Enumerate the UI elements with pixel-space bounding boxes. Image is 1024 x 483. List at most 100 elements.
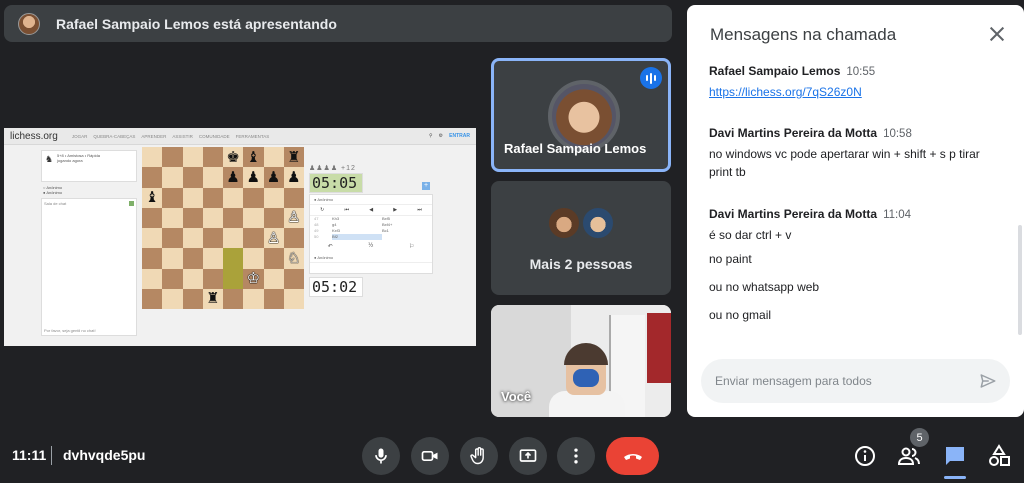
nav-item: Comunidade <box>198 133 230 139</box>
present-screen-icon <box>519 449 537 462</box>
chess-piece-icon: ♝ <box>145 189 159 207</box>
participant-tile-others[interactable]: Mais 2 pessoas <box>491 181 671 295</box>
message-link[interactable]: https://lichess.org/7qS26z0N <box>709 85 862 99</box>
message-time: 11:04 <box>883 209 911 221</box>
presenter-banner: Rafael Sampaio Lemos está apresentando <box>4 5 672 42</box>
player-name: Anônimo <box>46 190 63 195</box>
game-players: ○ Anônimo ● Anônimo <box>43 185 63 195</box>
board-square <box>142 288 163 309</box>
board-square <box>263 207 284 228</box>
board-square <box>263 268 284 289</box>
nav-item: Assistir <box>172 133 193 139</box>
message-composer <box>701 359 1010 403</box>
mic-button[interactable] <box>362 437 400 475</box>
chess-piece-icon: ♜ <box>206 290 220 308</box>
people-icon <box>897 447 920 465</box>
board-square <box>202 167 223 188</box>
hang-up-icon <box>623 454 642 460</box>
hang-up-button[interactable] <box>606 437 659 475</box>
lichess-topbar: lichess.org Jogar Quebra-cabeças Aprende… <box>4 128 476 145</box>
board-square: ♜ <box>283 147 304 168</box>
board-square <box>162 288 183 309</box>
message-input[interactable] <box>715 374 955 388</box>
board-square <box>142 268 163 289</box>
info-icon <box>855 446 875 466</box>
board-square <box>142 167 163 188</box>
presenter-text: Rafael Sampaio Lemos está apresentando <box>56 15 337 32</box>
clock-bottom: 05:02 <box>309 277 363 297</box>
activities-icon <box>989 444 1010 466</box>
board-square <box>162 268 183 289</box>
prev-move-icon: ◀ <box>369 207 374 213</box>
board-square <box>182 248 203 269</box>
board-square: ♝ <box>142 187 163 208</box>
self-video <box>573 369 599 387</box>
message-text: ou no whatsapp web <box>709 280 820 294</box>
send-icon[interactable] <box>978 372 998 390</box>
board-square: ♚ <box>223 147 244 168</box>
board-square <box>202 187 223 208</box>
move-actions: ↶ ½ ⚐ <box>310 240 432 253</box>
presenter-avatar <box>18 12 40 35</box>
raise-hand-button[interactable] <box>460 437 498 475</box>
chat-button[interactable] <box>942 443 968 469</box>
activities-button[interactable] <box>986 443 1012 469</box>
participant-tile-self[interactable]: Você <box>491 305 671 417</box>
board-square <box>142 147 163 168</box>
board-square <box>263 248 284 269</box>
close-icon[interactable] <box>988 25 1006 43</box>
shared-screen: lichess.org Jogar Quebra-cabeças Aprende… <box>4 128 476 346</box>
board-square <box>182 268 203 289</box>
message-time: 10:55 <box>846 66 876 78</box>
board-square <box>243 248 264 269</box>
move-list: ● Anônimo ↻ ⏮ ◀ ▶ ⏭ 47 Kh3 Bxf5 48 g4 Bxf4+ … <box>309 194 433 274</box>
board-square <box>263 187 284 208</box>
chess-board: ♚ ♝ ♜ ♟ ♟ ♟ ♟ ♝ ♙ ♙ ♘ ♔ ♜ <box>142 147 304 309</box>
board-square: ♟ <box>243 167 264 188</box>
message-text: ou no gmail <box>709 308 772 322</box>
chess-piece-icon: ♘ <box>287 249 301 267</box>
flip-icon: ↻ <box>320 207 325 213</box>
chess-piece-icon: ♜ <box>287 148 301 166</box>
camera-button[interactable] <box>411 437 449 475</box>
knight-icon: ♞ <box>45 154 54 164</box>
board-square <box>202 147 223 168</box>
message-text: é so dar ctrl + v <box>709 228 792 242</box>
board-square: ♙ <box>263 228 284 249</box>
plus-icon: + <box>422 182 430 190</box>
meeting-code: dvhvqde5pu <box>63 447 146 463</box>
message-time: 10:58 <box>883 128 912 140</box>
player-bottom: ● Anônimo <box>310 253 432 263</box>
chat-scrollbar[interactable] <box>1018 225 1022 335</box>
board-square <box>223 187 244 208</box>
game-info-line: jogando agora <box>57 158 83 163</box>
draw-icon: ½ <box>368 243 374 249</box>
divider <box>51 446 52 465</box>
nav-item: Ferramentas <box>235 133 270 139</box>
participant-tile-speaker[interactable]: Rafael Sampaio Lemos <box>491 58 671 172</box>
board-square <box>162 167 183 188</box>
chat-footer: Por favor, seja gentil no chat! <box>44 328 96 333</box>
board-square <box>182 288 203 309</box>
chess-piece-icon: ♟ <box>226 168 240 186</box>
board-square: ♟ <box>263 167 284 188</box>
search-icon: ⚲ <box>429 133 433 139</box>
present-button[interactable] <box>509 437 547 475</box>
board-square: ♙ <box>283 207 304 228</box>
nav-item: Aprender <box>141 133 167 139</box>
board-square <box>283 228 304 249</box>
chat-message: Davi Martins Pereira da Motta 10:58 no wi… <box>709 124 999 181</box>
board-square <box>223 207 244 228</box>
next-move-icon: ▶ <box>393 207 398 213</box>
speaking-indicator-icon <box>640 67 662 89</box>
meeting-info-button[interactable] <box>852 443 878 469</box>
more-options-button[interactable] <box>557 437 595 475</box>
board-square <box>283 268 304 289</box>
board-square: ♟ <box>223 167 244 188</box>
board-square <box>142 228 163 249</box>
board-square <box>223 228 244 249</box>
board-square <box>243 288 264 309</box>
signin-link: ENTRAR <box>449 133 470 139</box>
chat-room-title: Sala de chat <box>44 201 67 206</box>
player-top: ● Anônimo <box>310 195 432 205</box>
